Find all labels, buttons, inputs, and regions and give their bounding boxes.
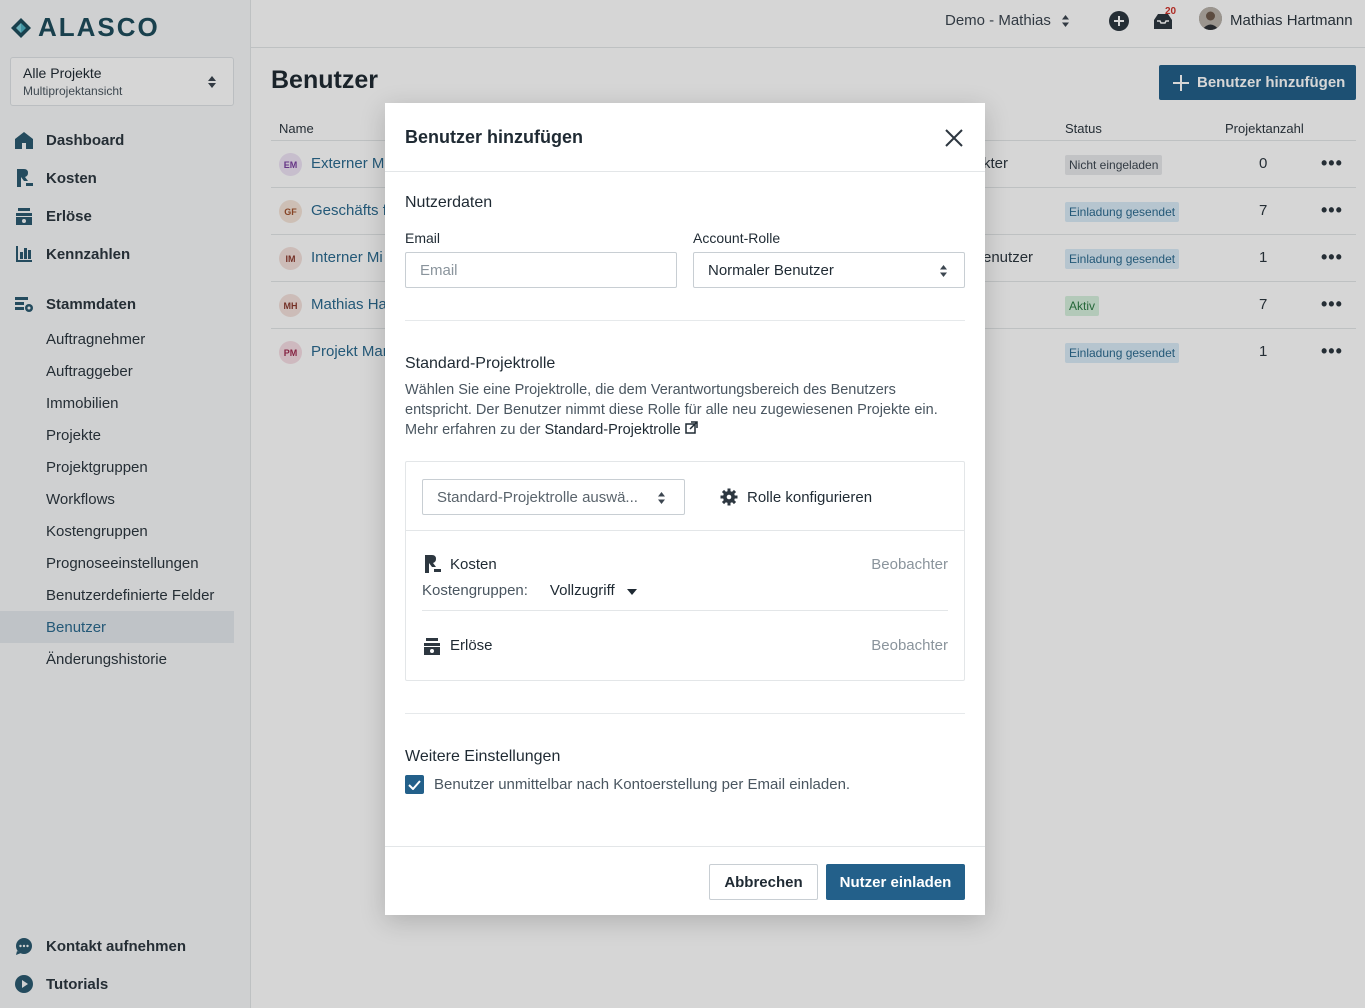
gear-icon — [720, 488, 738, 506]
section-project-role: Standard-Projektrolle — [405, 355, 556, 372]
cost-groups-value: Vollzugriff — [549, 582, 615, 599]
cost-groups-label: Kostengruppen: — [422, 582, 528, 599]
sort-arrows-icon — [658, 492, 665, 504]
section-user-data: Nutzerdaten — [405, 194, 493, 211]
invite-checkbox-row[interactable]: Benutzer unmittelbar nach Kontoerstellun… — [405, 775, 850, 794]
invite-user-button[interactable]: Nutzer einladen — [826, 864, 965, 900]
account-role-label: Account-Rolle — [693, 230, 781, 246]
cost-groups-row: Kostengruppen: Vollzugriff — [422, 582, 637, 599]
invite-checkbox-label: Benutzer unmittelbar nach Kontoerstellun… — [434, 776, 851, 793]
checkmark-icon — [408, 779, 421, 790]
permission-kosten-name: Kosten — [450, 556, 497, 573]
section-more-settings: Weitere Einstellungen — [405, 748, 561, 765]
cost-groups-dropdown[interactable]: Vollzugriff — [550, 582, 637, 599]
role-description-text: Wählen Sie eine Projektrolle, die dem Ve… — [405, 382, 938, 418]
dialog-header: Benutzer hinzufügen — [385, 103, 985, 172]
external-link-icon — [684, 421, 698, 434]
project-role-select-value: Standard-Projektrolle auswä... — [437, 488, 638, 506]
learn-more-link[interactable]: Standard-Projektrolle — [544, 421, 698, 438]
close-icon[interactable] — [943, 127, 965, 149]
permission-kosten-level: Beobachter — [871, 556, 948, 573]
role-config-header: Standard-Projektrolle auswä... Rolle kon… — [406, 462, 964, 531]
email-field[interactable]: Email — [405, 252, 677, 288]
account-role-select[interactable]: Normaler Benutzer — [693, 252, 965, 288]
configure-role-button[interactable]: Rolle konfigurieren — [720, 488, 872, 506]
email-label: Email — [405, 230, 441, 246]
learn-more-link-label: Standard-Projektrolle — [544, 422, 681, 438]
project-role-select[interactable]: Standard-Projektrolle auswä... — [422, 479, 685, 515]
caret-down-icon — [626, 589, 637, 595]
permission-erloese-level: Beobachter — [871, 637, 948, 654]
permission-erloese-name: Erlöse — [450, 637, 493, 654]
add-user-dialog: Benutzer hinzufügen Nutzerdaten Email Em… — [385, 103, 985, 915]
dialog-title: Benutzer hinzufügen — [405, 127, 583, 147]
cancel-button[interactable]: Abbrechen — [709, 864, 818, 900]
configure-role-label: Rolle konfigurieren — [747, 488, 873, 506]
learn-more-prefix: Mehr erfahren zu der — [405, 422, 541, 438]
revenue-icon — [424, 638, 440, 655]
dialog-footer: Abbrechen Nutzer einladen — [385, 846, 985, 915]
divider — [405, 320, 965, 321]
costs-icon — [425, 555, 441, 573]
divider — [422, 610, 948, 611]
divider — [405, 713, 965, 714]
sort-arrows-icon — [940, 265, 947, 277]
invite-checkbox[interactable] — [405, 775, 424, 794]
account-role-value: Normaler Benutzer — [708, 261, 834, 279]
role-description: Wählen Sie eine Projektrolle, die dem Ve… — [405, 380, 965, 440]
role-config-box: Standard-Projektrolle auswä... Rolle kon… — [405, 461, 965, 681]
